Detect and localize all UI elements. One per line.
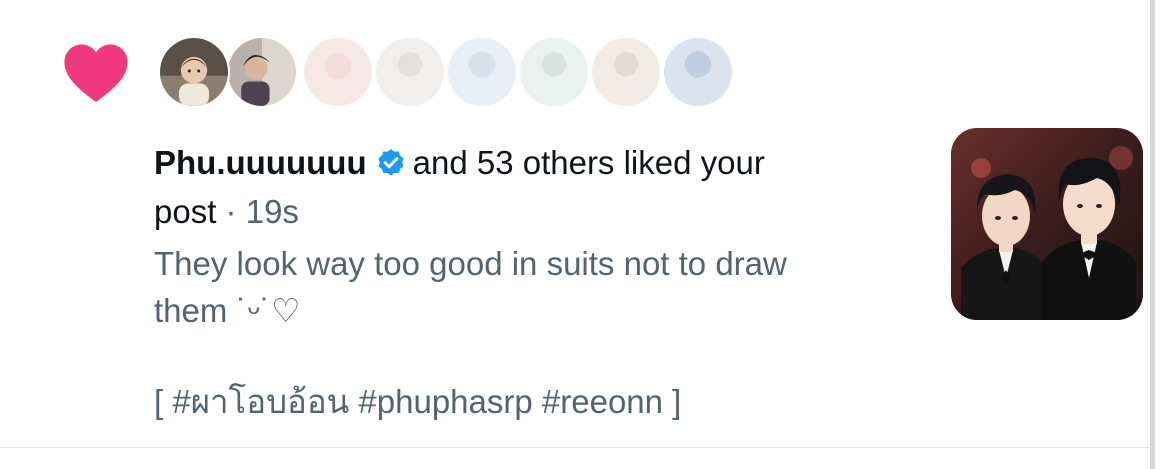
notification-meta: post · 19s [154,187,914,236]
avatar-photo-baby[interactable] [158,36,230,108]
avatar-blurred-brown[interactable] [590,36,662,108]
meta-separator: · [225,193,237,230]
post-snippet-line-1: They look way too good in suits not to d… [154,245,787,282]
avatar-photo-portrait[interactable] [226,36,298,108]
post-thumbnail[interactable] [951,128,1143,320]
action-text-continued: post [154,193,217,230]
post-thumbnail-illustration [951,128,1143,320]
heart-icon [64,44,128,103]
avatar-blurred-pink[interactable] [302,36,374,108]
avatar-blurred-blue[interactable] [446,36,518,108]
scrollbar-track [1150,0,1155,469]
notification-page: Phu.uuuuuuu and 53 others liked your pos… [0,0,1170,469]
avatar-blurred-gray[interactable] [374,36,446,108]
verified-badge-icon [378,149,404,176]
post-snippet: They look way too good in suits not to d… [154,240,914,334]
notification-body[interactable]: Phu.uuuuuuu and 53 others liked your pos… [154,138,914,425]
username-link[interactable]: Phu.uuuuuuu [154,144,367,181]
avatar-blurred-teal[interactable] [518,36,590,108]
notification-headline: Phu.uuuuuuu and 53 others liked your [154,138,914,187]
avatar-blurred-navy[interactable] [662,36,734,108]
action-text: and 53 others liked your [412,144,765,181]
post-snippet-line-2: them ˙ᵕ˙♡ [154,292,301,329]
timestamp: 19s [245,193,299,230]
notification-divider [0,447,1150,448]
post-hashtags: [ #ผาโอบอ้อน #phuphasrp #reeonn ] [154,383,682,420]
